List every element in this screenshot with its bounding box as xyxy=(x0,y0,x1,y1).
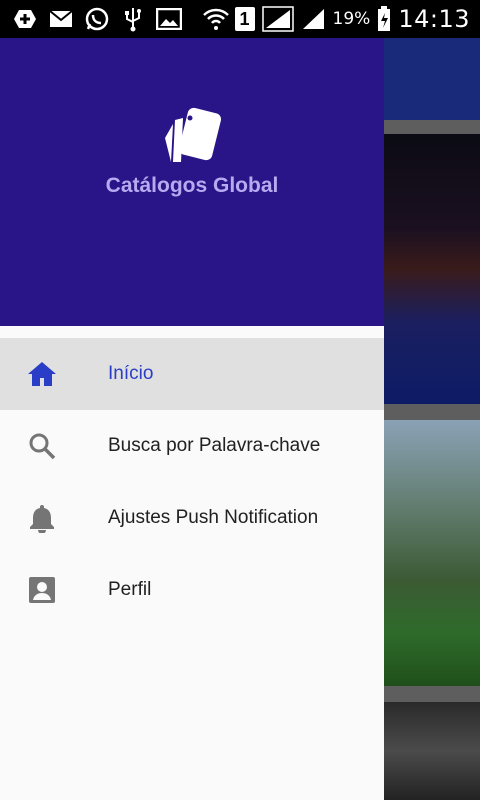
drawer-menu: Início Busca por Palavra-chave Ajustes P… xyxy=(0,338,384,626)
home-icon xyxy=(26,358,58,390)
app-toolbar xyxy=(384,38,480,120)
main-content-behind-drawer[interactable] xyxy=(384,38,480,800)
mail-icon xyxy=(48,6,74,32)
account-box-icon xyxy=(26,574,58,606)
navigation-drawer: Catálogos Global Início Busca por Palavr… xyxy=(0,38,384,800)
image-icon xyxy=(156,6,182,32)
battery-icon xyxy=(376,6,392,32)
add-box-icon xyxy=(12,6,38,32)
status-time: 14:13 xyxy=(398,5,470,33)
catalog-image[interactable] xyxy=(384,134,480,404)
whatsapp-icon xyxy=(84,6,110,32)
menu-item-label: Ajustes Push Notification xyxy=(108,507,319,528)
catalog-image[interactable] xyxy=(384,420,480,686)
usb-icon xyxy=(120,6,146,32)
menu-item-perfil[interactable]: Perfil xyxy=(0,554,384,626)
search-icon xyxy=(26,430,58,462)
battery-percent: 19% xyxy=(332,9,371,29)
sim-icon: 1 xyxy=(234,7,255,31)
menu-item-busca[interactable]: Busca por Palavra-chave xyxy=(0,410,384,482)
menu-item-push-notification[interactable]: Ajustes Push Notification xyxy=(0,482,384,554)
app-logo-icon xyxy=(157,104,227,166)
status-bar-notifications xyxy=(0,6,182,32)
drawer-header: Catálogos Global xyxy=(0,38,384,326)
menu-item-label: Início xyxy=(108,363,154,384)
status-bar: 1 19% 14:13 xyxy=(0,0,480,38)
signal-icon xyxy=(301,6,327,32)
wifi-icon xyxy=(202,6,229,32)
app-title: Catálogos Global xyxy=(105,174,279,197)
bell-icon xyxy=(26,502,58,534)
menu-item-inicio[interactable]: Início xyxy=(0,338,384,410)
signal-icon xyxy=(261,6,295,32)
status-bar-system: 1 19% 14:13 xyxy=(202,5,480,33)
menu-item-label: Perfil xyxy=(108,579,152,600)
menu-item-label: Busca por Palavra-chave xyxy=(108,435,321,456)
catalog-image[interactable] xyxy=(384,702,480,800)
